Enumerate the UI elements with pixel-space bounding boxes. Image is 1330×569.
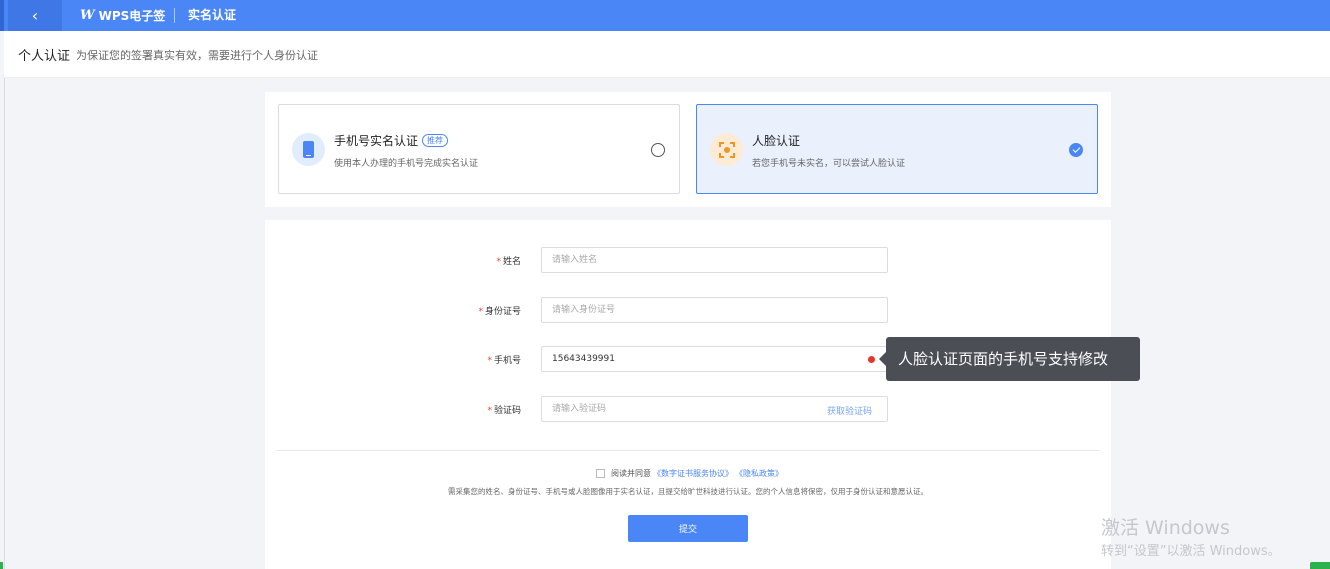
agree-checkbox[interactable] bbox=[596, 469, 605, 478]
phone-label: * 手机号 bbox=[487, 356, 521, 366]
sub-header: 个人认证 为保证您的签署真实有效，需要进行个人身份认证 bbox=[4, 31, 1330, 78]
brand-name: WPS电子签 bbox=[98, 9, 166, 23]
auth-form: *姓名 *身份证号 *手机号 *验证码 获取验证码 阅读并同意 《数字证书服务协… bbox=[265, 220, 1111, 569]
annotation-tooltip: 人脸认证页面的手机号支持修改 bbox=[879, 337, 1140, 381]
phone-auth-title-text: 手机号实名认证 bbox=[334, 134, 419, 148]
section-description: 为保证您的签署真实有效，需要进行个人身份认证 bbox=[76, 49, 318, 62]
get-code-link[interactable]: 获取验证码 bbox=[827, 404, 872, 417]
left-border bbox=[4, 78, 5, 569]
agree-text: 阅读并同意 bbox=[611, 469, 651, 478]
windows-activation-title: 激活 Windows bbox=[1101, 517, 1230, 539]
auth-method-panel: 手机号实名认证 推荐 使用本人办理的手机号完成实名认证 人脸认证 若您手机号未实… bbox=[265, 92, 1111, 207]
id-number-row: * 身份证号 bbox=[265, 297, 1111, 323]
recommended-badge: 推荐 bbox=[422, 134, 449, 147]
name-input[interactable] bbox=[541, 247, 888, 273]
privacy-policy-link[interactable]: 《隐私政策》 bbox=[735, 468, 783, 479]
top-separator bbox=[174, 8, 175, 23]
name-row: * 姓名 bbox=[265, 247, 1111, 273]
top-bar: ‹ W WPS电子签 实名认证 bbox=[0, 0, 1330, 31]
face-auth-title: 人脸认证 bbox=[752, 134, 801, 148]
agreement: 阅读并同意 《数字证书服务协议》 《隐私政策》 bbox=[596, 468, 783, 479]
privacy-notice: 需采集您的姓名、身份证号、手机号或人脸图像用于实名认证，且提交给旷世科技进行认证… bbox=[448, 487, 928, 496]
id-number-label: * 身份证号 bbox=[478, 307, 521, 317]
section-title: 个人认证 bbox=[18, 49, 71, 64]
id-number-input[interactable] bbox=[541, 297, 888, 323]
code-row: *验证码 获取验证码 bbox=[265, 396, 1111, 422]
brand: W WPS电子签 bbox=[80, 0, 165, 31]
face-auth-description: 若您手机号未实名，可以尝试人脸认证 bbox=[752, 159, 906, 169]
taskbar-edge bbox=[1310, 562, 1330, 569]
phone-auth-card[interactable]: 手机号实名认证 推荐 使用本人办理的手机号完成实名认证 bbox=[278, 104, 680, 194]
windows-activation-hint: 转到“设置”以激活 Windows。 bbox=[1101, 544, 1281, 559]
chevron-left-icon: ‹ bbox=[31, 6, 39, 25]
page-title: 实名认证 bbox=[188, 8, 237, 22]
back-button[interactable]: ‹ bbox=[8, 0, 62, 31]
face-auth-radio-checked[interactable] bbox=[1069, 143, 1083, 157]
phone-icon bbox=[292, 133, 325, 166]
wps-logo-icon: W bbox=[80, 8, 95, 23]
face-auth-card[interactable]: 人脸认证 若您手机号未实名，可以尝试人脸认证 bbox=[696, 104, 1098, 194]
face-scan-icon bbox=[710, 133, 743, 166]
phone-auth-title: 手机号实名认证 推荐 bbox=[334, 132, 449, 149]
phone-auth-description: 使用本人办理的手机号完成实名认证 bbox=[334, 159, 479, 169]
cert-service-agreement-link[interactable]: 《数字证书服务协议》 bbox=[653, 468, 733, 479]
phone-auth-radio[interactable] bbox=[651, 143, 665, 157]
code-label: * 验证码 bbox=[487, 406, 521, 416]
form-divider bbox=[277, 450, 1099, 451]
submit-button[interactable]: 提交 bbox=[628, 515, 748, 542]
name-label: * 姓名 bbox=[496, 257, 521, 267]
taskbar-edge-left bbox=[0, 562, 3, 569]
annotation-dot bbox=[868, 356, 875, 363]
phone-input[interactable] bbox=[541, 346, 888, 372]
